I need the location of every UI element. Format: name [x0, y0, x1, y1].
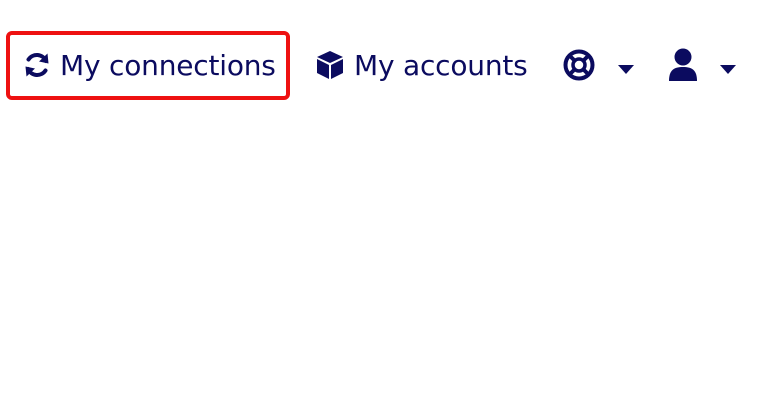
nav-my-connections[interactable]: My connections	[8, 36, 286, 94]
lifebuoy-icon	[562, 48, 596, 82]
chevron-down-icon	[720, 49, 736, 82]
sync-icon	[22, 50, 52, 80]
nav-my-accounts-label: My accounts	[354, 48, 528, 82]
cube-icon	[314, 49, 346, 81]
page-content-area	[0, 166, 766, 410]
nav-my-accounts[interactable]: My accounts	[314, 36, 528, 94]
help-menu-dropdown[interactable]	[562, 36, 634, 94]
chevron-down-icon	[618, 49, 634, 82]
top-navbar: My connections My accounts	[0, 0, 766, 166]
user-icon	[668, 48, 698, 82]
user-menu-dropdown[interactable]	[668, 36, 736, 94]
nav-my-connections-label: My connections	[60, 48, 276, 82]
